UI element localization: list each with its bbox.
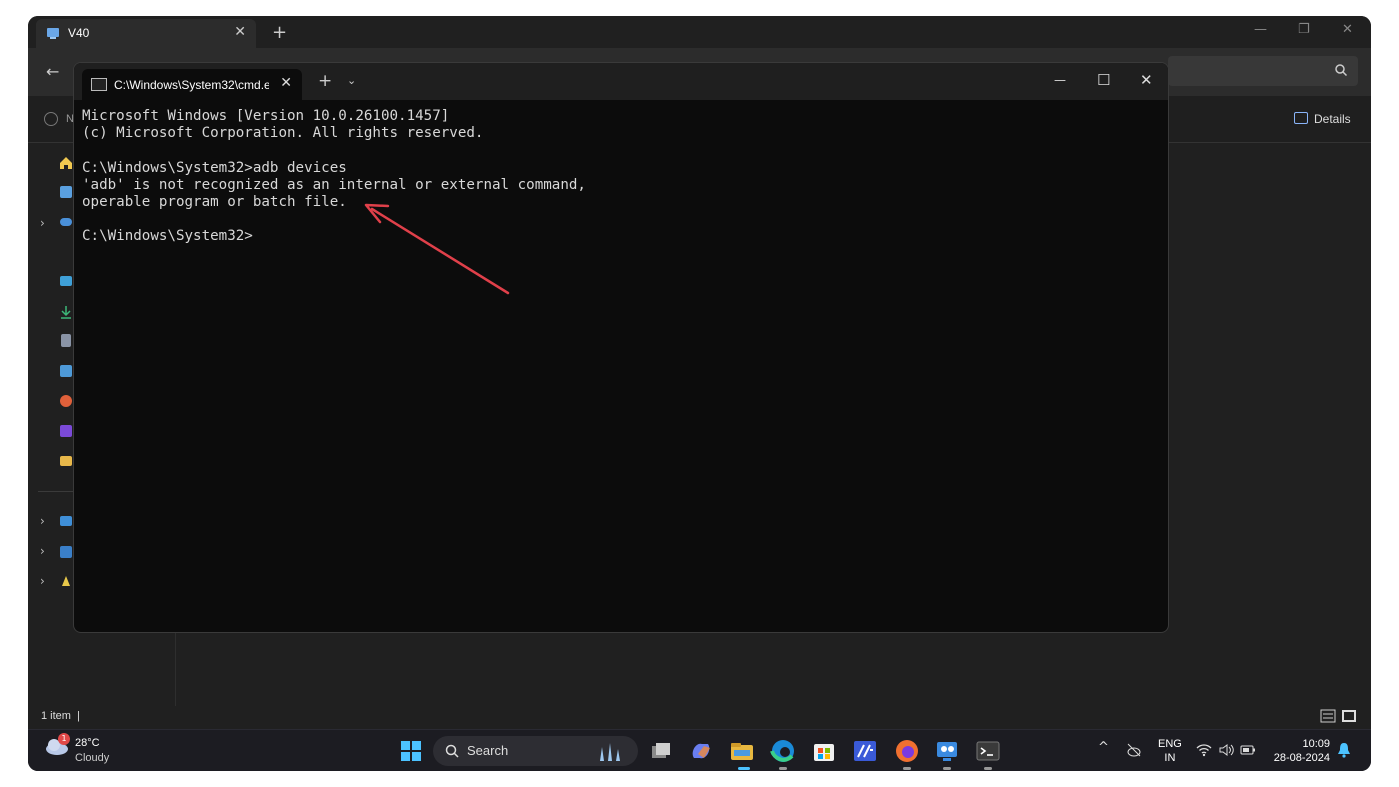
taskbar-search-icon <box>445 744 459 758</box>
input-language-indicator[interactable]: ENG IN <box>1158 737 1182 765</box>
cmd-line: operable program or batch file. <box>82 194 347 211</box>
expand-linux-chevron-icon[interactable]: › <box>40 574 45 588</box>
explorer-restore-icon[interactable]: ❐ <box>1298 22 1310 37</box>
downloads-icon[interactable] <box>60 305 72 319</box>
new-item-icon[interactable] <box>44 112 58 126</box>
file-explorer-active-indicator <box>738 767 750 770</box>
volume-icon[interactable] <box>1218 743 1234 757</box>
search-icon <box>1335 64 1348 77</box>
search-highlight-icon <box>600 743 620 761</box>
cmd-line: Microsoft Windows [Version 10.0.26100.14… <box>82 108 450 124</box>
cmd-prompt-line: C:\Windows\System32> <box>82 228 253 245</box>
cmd-prompt-icon <box>91 78 107 91</box>
cmd-new-tab-button[interactable]: + <box>318 71 332 91</box>
weather-condition: Cloudy <box>75 752 110 764</box>
expand-chevron-icon[interactable]: › <box>40 216 45 230</box>
explorer-status-bar: 1 item | <box>28 706 1371 730</box>
home-icon[interactable] <box>59 156 73 170</box>
details-label: Details <box>1314 112 1351 126</box>
explorer-new-tab-button[interactable]: + <box>272 22 287 43</box>
cloud-offline-icon[interactable] <box>1126 743 1142 757</box>
terminal-icon[interactable] <box>975 738 1001 764</box>
terminal-running-indicator <box>984 767 992 770</box>
explorer-tab-close-icon[interactable]: ✕ <box>234 24 246 40</box>
cmd-line <box>82 142 586 159</box>
cmd-tab-title: C:\Windows\System32\cmd.e <box>114 78 269 92</box>
gallery-icon[interactable] <box>60 186 72 198</box>
details-button[interactable]: Details <box>1294 112 1351 126</box>
explorer-minimize-icon[interactable]: — <box>1254 22 1267 37</box>
remote-desktop-running-indicator <box>943 767 951 770</box>
battery-icon[interactable] <box>1240 744 1256 756</box>
onedrive-icon[interactable] <box>60 218 72 226</box>
pictures-icon[interactable] <box>60 365 72 377</box>
taskbar: 1 28°C Cloudy Search ^ ENG IN 10:09 28-08-… <box>28 729 1371 771</box>
folder-icon[interactable] <box>60 456 72 466</box>
explorer-tab[interactable]: V40 ✕ <box>36 19 256 48</box>
expand-network-chevron-icon[interactable]: › <box>40 544 45 558</box>
microsoft-store-icon[interactable] <box>811 738 837 764</box>
editor-app-icon[interactable] <box>852 738 878 764</box>
view-toggles <box>1320 708 1357 727</box>
documents-icon[interactable] <box>61 334 71 347</box>
firefox-running-indicator <box>903 767 911 770</box>
weather-widget[interactable]: 1 28°C Cloudy <box>44 733 109 764</box>
cmd-window[interactable]: C:\Windows\System32\cmd.e ✕ + ⌄ — ☐ ✕ Mi… <box>73 62 1169 633</box>
task-view-icon[interactable] <box>648 738 674 764</box>
wifi-icon[interactable] <box>1196 743 1212 757</box>
expand-this-pc-chevron-icon[interactable]: › <box>40 514 45 528</box>
tiles-view-icon[interactable] <box>1341 709 1357 723</box>
cmd-output[interactable]: Microsoft Windows [Version 10.0.26100.14… <box>82 108 586 246</box>
item-count: 1 item | <box>41 710 80 722</box>
explorer-close-icon[interactable]: ✕ <box>1342 22 1353 37</box>
cmd-line: C:\Windows\System32>adb devices <box>82 159 347 176</box>
videos-icon[interactable] <box>60 425 72 437</box>
explorer-search-box[interactable] <box>1168 56 1358 86</box>
weather-badge: 1 <box>58 733 70 745</box>
cmd-titlebar[interactable]: C:\Windows\System32\cmd.e ✕ + ⌄ — ☐ ✕ <box>74 63 1168 100</box>
copilot-icon[interactable] <box>688 738 714 764</box>
edge-running-indicator <box>779 767 787 770</box>
cmd-tab[interactable]: C:\Windows\System32\cmd.e ✕ <box>82 69 302 100</box>
file-explorer-icon[interactable] <box>729 738 755 764</box>
cmd-tab-close-icon[interactable]: ✕ <box>280 75 292 91</box>
firefox-icon[interactable] <box>894 738 920 764</box>
windows-start-icon[interactable] <box>398 738 424 764</box>
cmd-line <box>82 211 586 228</box>
taskbar-search-box[interactable]: Search <box>433 736 638 766</box>
cmd-minimize-button[interactable]: — <box>1054 73 1066 87</box>
this-pc-icon[interactable] <box>60 516 72 526</box>
remote-desktop-icon[interactable] <box>934 738 960 764</box>
cmd-line: (c) Microsoft Corporation. All rights re… <box>82 125 484 142</box>
system-clock[interactable]: 10:09 28-08-2024 <box>1266 737 1330 765</box>
cmd-maximize-button[interactable]: ☐ <box>1097 71 1110 89</box>
music-icon[interactable] <box>60 395 72 407</box>
taskbar-search-label: Search <box>467 743 509 758</box>
details-pane-icon <box>1294 112 1308 124</box>
cmd-close-button[interactable]: ✕ <box>1140 71 1153 89</box>
weather-temp: 28°C <box>75 737 100 749</box>
back-arrow-icon[interactable]: ← <box>46 62 59 81</box>
cmd-tab-dropdown-icon[interactable]: ⌄ <box>347 74 356 87</box>
desktop-folder-icon[interactable] <box>60 276 72 286</box>
edge-icon[interactable] <box>770 738 796 764</box>
explorer-tab-title: V40 <box>68 26 90 40</box>
tray-overflow-chevron-icon[interactable]: ^ <box>1098 740 1109 755</box>
explorer-titlebar: V40 ✕ + — ❐ ✕ <box>28 16 1371 48</box>
network-icon[interactable] <box>60 546 72 558</box>
folder-pc-icon <box>47 28 59 39</box>
linux-icon[interactable] <box>60 575 72 587</box>
cmd-line: 'adb' is not recognized as an internal o… <box>82 176 586 193</box>
list-view-icon[interactable] <box>1320 709 1336 723</box>
notification-bell-icon[interactable] <box>1337 742 1351 758</box>
